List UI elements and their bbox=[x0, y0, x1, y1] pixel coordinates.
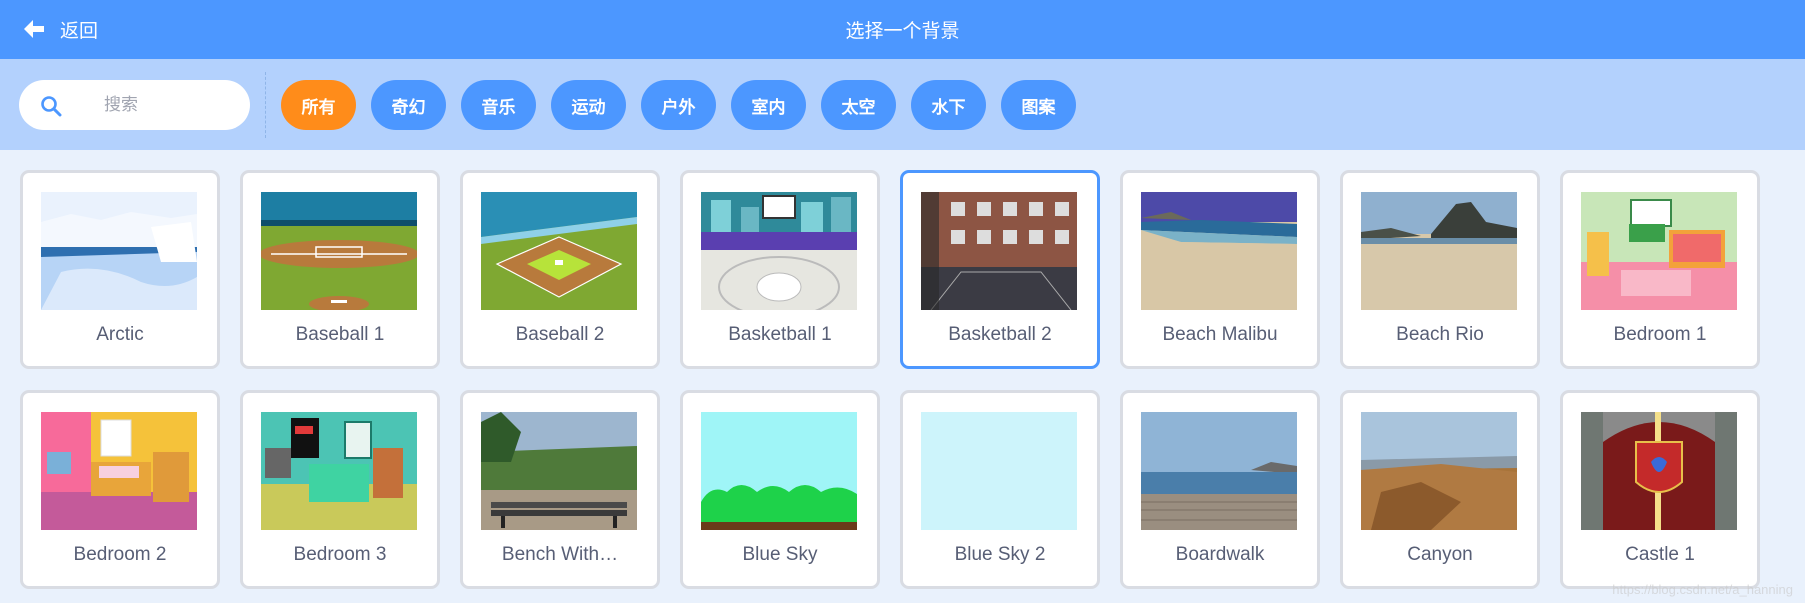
backdrop-name: Canyon bbox=[1407, 544, 1473, 565]
tag-outdoors[interactable]: 户外 bbox=[641, 80, 716, 130]
backdrop-thumbnail bbox=[481, 192, 637, 310]
baseball1-thumbnail-image bbox=[261, 192, 417, 310]
tag-sports[interactable]: 运动 bbox=[551, 80, 626, 130]
bluesky2-thumbnail-image bbox=[921, 412, 1077, 530]
backdrop-name: Basketball 2 bbox=[948, 324, 1052, 345]
backdrop-thumbnail bbox=[1581, 192, 1737, 310]
backdrop-card-blue-sky[interactable]: Blue Sky bbox=[680, 390, 880, 589]
backdrop-card-arctic[interactable]: Arctic bbox=[20, 170, 220, 369]
backdrop-name: Castle 1 bbox=[1625, 544, 1695, 565]
search-icon bbox=[41, 96, 62, 117]
backdrop-name: Arctic bbox=[96, 324, 144, 345]
divider bbox=[265, 72, 266, 138]
bedroom3-thumbnail-image bbox=[261, 412, 417, 530]
backdrop-card-beach-malibu[interactable]: Beach Malibu bbox=[1120, 170, 1320, 369]
backdrop-card-bench-with-view[interactable]: Bench With… bbox=[460, 390, 660, 589]
backdrop-card-canyon[interactable]: Canyon bbox=[1340, 390, 1540, 589]
backdrop-thumbnail bbox=[1581, 412, 1737, 530]
bluesky-thumbnail-image bbox=[701, 412, 857, 530]
backdrop-thumbnail bbox=[1141, 412, 1297, 530]
backdrop-name: Bench With… bbox=[501, 544, 619, 565]
page-title: 选择一个背景 bbox=[845, 20, 960, 42]
backdrop-card-castle-1[interactable]: Castle 1 bbox=[1560, 390, 1760, 589]
backdrop-thumbnail bbox=[1141, 192, 1297, 310]
backdrop-thumbnail bbox=[1361, 412, 1517, 530]
backdrop-card-basketball-2[interactable]: Basketball 2 bbox=[900, 170, 1100, 369]
backdrop-name: Basketball 1 bbox=[728, 324, 832, 345]
filter-bar: 所有 奇幻 音乐 运动 户外 室内 太空 水下 图案 bbox=[0, 59, 1805, 150]
bench-thumbnail-image bbox=[481, 412, 637, 530]
boardwalk-thumbnail-image bbox=[1141, 412, 1297, 530]
bedroom2-thumbnail-image bbox=[41, 412, 197, 530]
search-box[interactable] bbox=[19, 80, 250, 130]
backdrop-thumbnail bbox=[921, 192, 1077, 310]
backdrop-name: Bedroom 1 bbox=[1613, 324, 1707, 345]
castle1-thumbnail-image bbox=[1581, 412, 1737, 530]
backdrop-card-baseball-2[interactable]: Baseball 2 bbox=[460, 170, 660, 369]
tag-patterns[interactable]: 图案 bbox=[1001, 80, 1076, 130]
backdrop-thumbnail bbox=[701, 412, 857, 530]
arctic-thumbnail-image bbox=[41, 192, 197, 310]
backdrop-name: Bedroom 2 bbox=[73, 544, 167, 565]
backdrop-thumbnail bbox=[41, 192, 197, 310]
backdrop-card-basketball-1[interactable]: Basketball 1 bbox=[680, 170, 880, 369]
beachrio-thumbnail-image bbox=[1361, 192, 1517, 310]
baseball2-thumbnail-image bbox=[481, 192, 637, 310]
backdrop-name: Beach Rio bbox=[1396, 324, 1484, 345]
tag-music[interactable]: 音乐 bbox=[461, 80, 536, 130]
backdrop-name: Bedroom 3 bbox=[293, 544, 387, 565]
tag-fantasy[interactable]: 奇幻 bbox=[371, 80, 446, 130]
backdrop-thumbnail bbox=[921, 412, 1077, 530]
backdrop-card-bedroom-3[interactable]: Bedroom 3 bbox=[240, 390, 440, 589]
tag-list: 所有 奇幻 音乐 运动 户外 室内 太空 水下 图案 bbox=[281, 80, 1076, 130]
backdrop-card-bedroom-1[interactable]: Bedroom 1 bbox=[1560, 170, 1760, 369]
backdrop-thumbnail bbox=[261, 192, 417, 310]
backdrop-thumbnail bbox=[1361, 192, 1517, 310]
bedroom1-thumbnail-image bbox=[1581, 192, 1737, 310]
backdrop-name: Baseball 1 bbox=[295, 324, 385, 345]
backdrop-grid: Arctic Baseball 1 Baseball 2 Basketball … bbox=[20, 170, 1760, 589]
tag-underwater[interactable]: 水下 bbox=[911, 80, 986, 130]
backdrop-name: Baseball 2 bbox=[515, 324, 605, 345]
tag-indoors[interactable]: 室内 bbox=[731, 80, 806, 130]
backdrop-name: Boardwalk bbox=[1175, 544, 1265, 565]
basketball1-thumbnail-image bbox=[701, 192, 857, 310]
backdrop-thumbnail bbox=[481, 412, 637, 530]
backdrop-name: Blue Sky 2 bbox=[954, 544, 1046, 565]
header-bar: 返回 选择一个背景 bbox=[0, 0, 1805, 59]
backdrop-card-beach-rio[interactable]: Beach Rio bbox=[1340, 170, 1540, 369]
backdrop-thumbnail bbox=[701, 192, 857, 310]
backdrop-name: Beach Malibu bbox=[1162, 324, 1278, 345]
backdrop-card-baseball-1[interactable]: Baseball 1 bbox=[240, 170, 440, 369]
basketball2-thumbnail-image bbox=[921, 192, 1077, 310]
search-input[interactable] bbox=[82, 80, 232, 130]
backdrop-card-blue-sky-2[interactable]: Blue Sky 2 bbox=[900, 390, 1100, 589]
backdrop-card-boardwalk[interactable]: Boardwalk bbox=[1120, 390, 1320, 589]
tag-all[interactable]: 所有 bbox=[281, 80, 356, 130]
tag-space[interactable]: 太空 bbox=[821, 80, 896, 130]
backdrop-card-bedroom-2[interactable]: Bedroom 2 bbox=[20, 390, 220, 589]
backdrop-thumbnail bbox=[261, 412, 417, 530]
beachmalibu-thumbnail-image bbox=[1141, 192, 1297, 310]
backdrop-thumbnail bbox=[41, 412, 197, 530]
watermark: https://blog.csdn.net/a_hanning bbox=[1612, 582, 1793, 597]
backdrop-name: Blue Sky bbox=[742, 544, 818, 565]
canyon-thumbnail-image bbox=[1361, 412, 1517, 530]
